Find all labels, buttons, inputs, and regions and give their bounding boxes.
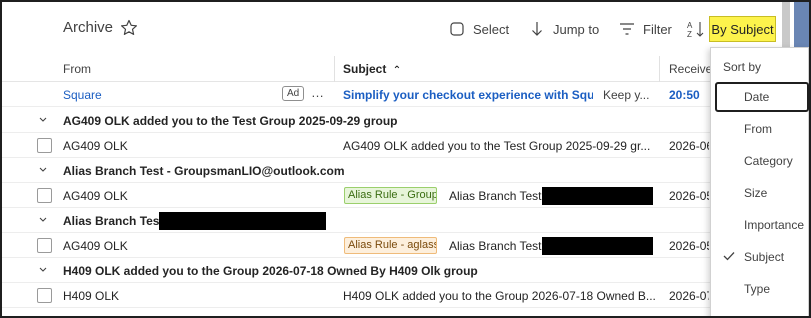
chevron-down-icon[interactable]: [39, 217, 47, 223]
row-checkbox[interactable]: [37, 138, 52, 153]
row-checkbox[interactable]: [37, 188, 52, 203]
ad-row[interactable]: Square Ad … Simplify your checkout exper…: [2, 82, 809, 107]
group-title: Alias Branch Test - GroupsmanLIO@outlook…: [63, 164, 345, 178]
sort-menu: Sort by Date From Category Size Importan…: [710, 47, 809, 316]
category-tag[interactable]: Alias Rule - Group: [344, 187, 437, 204]
sort-option-size[interactable]: Size: [715, 178, 809, 208]
sort-option-importance[interactable]: Importance: [715, 210, 809, 240]
sender: H409 OLK: [63, 289, 120, 303]
jump-to-button[interactable]: Jump to: [529, 18, 599, 40]
group-title: AG409 OLK added you to the Test Group 20…: [63, 114, 398, 128]
preview: Keep y...: [603, 88, 650, 102]
svg-text:A: A: [687, 21, 693, 30]
sort-option-category[interactable]: Category: [715, 146, 809, 176]
subject: Alias Branch Test a: [449, 239, 544, 253]
checkmark-icon: [723, 252, 735, 261]
group-title: H409 OLK added you to the Group 2026-07-…: [63, 264, 478, 278]
subject: Simplify your checkout experience with S…: [343, 88, 593, 102]
message-row[interactable]: H409 OLK H409 OLK added you to the Group…: [2, 283, 809, 308]
column-subject-label: Subject: [343, 62, 387, 76]
group-header[interactable]: H409 OLK added you to the Group 2026-07-…: [2, 258, 809, 283]
subject: AG409 OLK added you to the Test Group 20…: [343, 139, 651, 153]
row-checkbox[interactable]: [37, 288, 52, 303]
select-label: Select: [473, 21, 510, 37]
sort-option-label: Size: [744, 186, 768, 200]
subject: Alias Branch Test -: [449, 189, 549, 203]
redaction-box: [542, 187, 653, 205]
column-divider[interactable]: [659, 56, 660, 82]
sort-option-from[interactable]: From: [715, 114, 809, 144]
received: 2026-06: [669, 139, 709, 153]
svg-text:Z: Z: [687, 30, 692, 39]
received: 2026-05: [669, 239, 709, 253]
filter-label: Filter: [643, 21, 672, 37]
scrollbar[interactable]: [794, 2, 809, 52]
group-by-button[interactable]: By Subject: [709, 16, 776, 42]
star-icon[interactable]: [119, 18, 139, 38]
column-subject[interactable]: Subject ⌃: [343, 62, 401, 76]
message-row[interactable]: AG409 OLK AG409 OLK added you to the Tes…: [2, 133, 809, 158]
filter-icon: [619, 22, 635, 36]
chevron-down-icon[interactable]: [39, 267, 47, 273]
sender: AG409 OLK: [63, 239, 128, 253]
sort-option-label: Date: [744, 90, 770, 104]
jump-to-label: Jump to: [553, 21, 600, 37]
redaction-box: [542, 237, 653, 255]
more-options-icon[interactable]: …: [311, 85, 325, 100]
column-divider[interactable]: [334, 56, 335, 82]
sort-option-subject[interactable]: Subject: [715, 242, 809, 272]
group-header[interactable]: Alias Branch Test - GroupsmanLIO@outlook…: [2, 158, 809, 183]
sort-button[interactable]: A Z: [686, 18, 706, 40]
received: 2026-07: [669, 289, 709, 303]
column-header: From Subject ⌃ Received: [2, 56, 809, 82]
filter-button[interactable]: Filter: [619, 18, 672, 40]
ad-badge: Ad: [282, 86, 305, 101]
folder-title: Archive: [63, 19, 114, 36]
column-from[interactable]: From: [63, 62, 91, 76]
category-tag[interactable]: Alias Rule - aglass: [344, 237, 437, 254]
outlook-mail-list: Archive Select Jump to Filter A Z By Sub…: [0, 0, 811, 318]
chevron-down-icon[interactable]: [39, 167, 47, 173]
select-icon: [449, 21, 465, 37]
sort-menu-heading: Sort by: [723, 60, 762, 74]
group-header[interactable]: Alias Branch Test a: [2, 208, 809, 233]
sort-ascending-icon: ⌃: [392, 65, 402, 76]
sender: AG409 OLK: [63, 139, 128, 153]
sort-option-label: Subject: [744, 250, 785, 264]
sort-az-icon: A Z: [686, 19, 706, 39]
sort-option-label: From: [744, 122, 772, 136]
time: 20:50: [669, 88, 700, 102]
sort-option-label: Type: [744, 282, 771, 296]
jump-to-icon: [529, 20, 545, 38]
toolbar: Archive Select Jump to Filter A Z By Sub…: [2, 2, 809, 52]
message-row[interactable]: AG409 OLK Alias Rule - Group Alias Branc…: [2, 183, 809, 208]
message-row[interactable]: AG409 OLK Alias Rule - aglass Alias Bran…: [2, 233, 809, 258]
sort-option-label: Category: [744, 154, 793, 168]
received: 2026-05: [669, 189, 709, 203]
sort-option-type[interactable]: Type: [715, 274, 809, 304]
sort-option-label: Importance: [744, 218, 805, 232]
group-title: Alias Branch Test a: [63, 214, 163, 228]
select-button[interactable]: Select: [449, 18, 509, 40]
redaction-box: [159, 212, 326, 230]
subject: H409 OLK added you to the Group 2026-07-…: [343, 289, 655, 303]
row-checkbox[interactable]: [37, 238, 52, 253]
group-header[interactable]: AG409 OLK added you to the Test Group 20…: [2, 108, 809, 133]
chevron-down-icon[interactable]: [39, 117, 47, 123]
sender: Square: [63, 88, 102, 102]
sort-option-date[interactable]: Date: [715, 82, 809, 112]
sender: AG409 OLK: [63, 189, 128, 203]
scroll-strip: [782, 2, 790, 52]
